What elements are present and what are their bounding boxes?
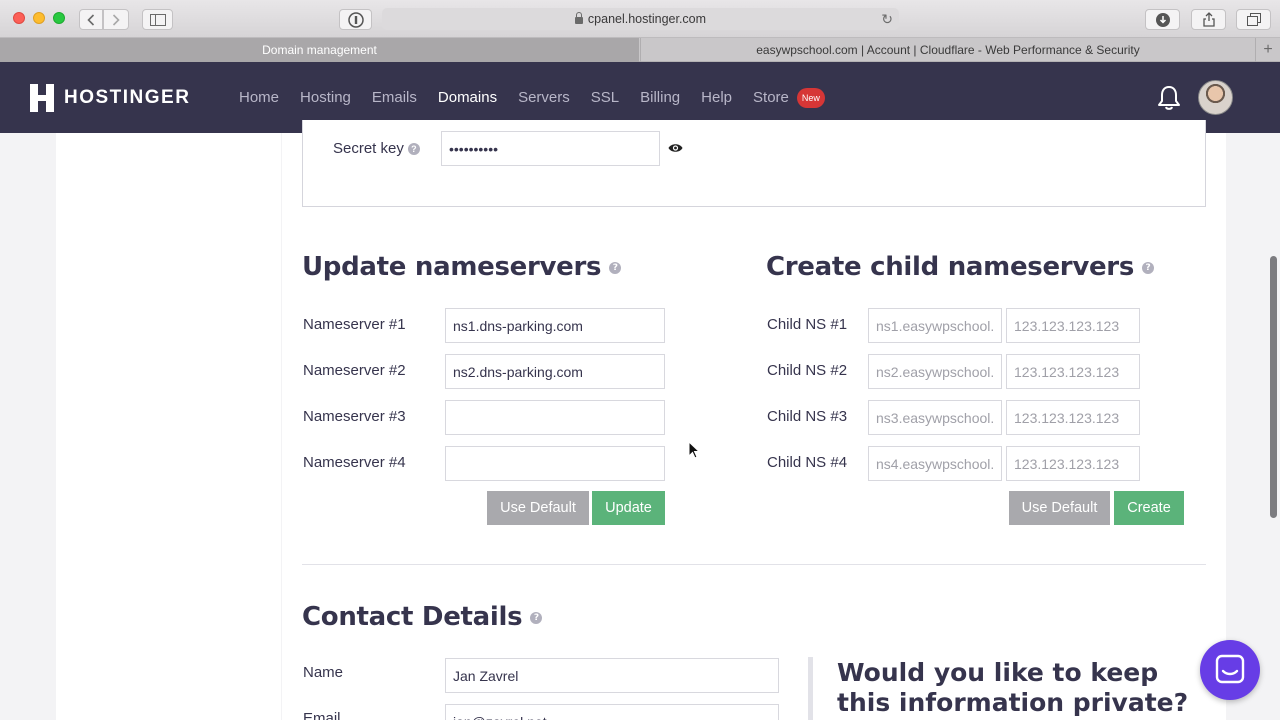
use-default-nameservers-button[interactable]: Use Default bbox=[487, 491, 589, 525]
help-icon[interactable]: ? bbox=[407, 143, 420, 156]
tab-label: Domain management bbox=[262, 43, 377, 57]
nameserver-4-label: Nameserver #4 bbox=[303, 454, 406, 471]
nameserver-2-label: Nameserver #2 bbox=[303, 362, 406, 379]
tab-overview-button[interactable] bbox=[1236, 9, 1271, 30]
browser-toolbar: cpanel.hostinger.com ↻ bbox=[0, 0, 1280, 38]
child-ns-3-ip-input[interactable] bbox=[1006, 400, 1140, 435]
nav-emails[interactable]: Emails bbox=[372, 89, 417, 106]
new-tab-button[interactable]: + bbox=[1255, 38, 1280, 62]
use-default-child-button[interactable]: Use Default bbox=[1009, 491, 1110, 525]
sidebar-icon bbox=[149, 13, 166, 26]
lock-icon bbox=[574, 11, 583, 24]
sidebar-toggle-button[interactable] bbox=[142, 9, 173, 30]
child-ns-1-label: Child NS #1 bbox=[767, 316, 848, 333]
reload-icon[interactable]: ↻ bbox=[881, 11, 893, 28]
zoom-window-button[interactable] bbox=[53, 12, 65, 24]
create-child-button[interactable]: Create bbox=[1114, 491, 1184, 525]
help-icon[interactable]: ? bbox=[530, 611, 543, 624]
share-button[interactable] bbox=[1191, 9, 1226, 30]
section-divider bbox=[302, 564, 1206, 565]
share-icon bbox=[1202, 12, 1215, 27]
child-ns-3-host-input[interactable] bbox=[868, 400, 1002, 435]
chevron-right-icon bbox=[112, 13, 120, 26]
nav-home[interactable]: Home bbox=[239, 89, 279, 106]
email-input[interactable] bbox=[445, 704, 779, 720]
child-ns-4-ip-input[interactable] bbox=[1006, 446, 1140, 481]
tab-domain-management[interactable]: Domain management bbox=[0, 38, 639, 62]
url-text: cpanel.hostinger.com bbox=[587, 12, 707, 26]
child-ns-1-ip-input[interactable] bbox=[1006, 308, 1140, 343]
address-bar[interactable]: cpanel.hostinger.com ↻ bbox=[382, 8, 899, 30]
secret-key-label-text: Secret key bbox=[333, 140, 404, 157]
child-ns-2-host-input[interactable] bbox=[868, 354, 1002, 389]
secret-key-input[interactable] bbox=[441, 131, 660, 166]
back-button[interactable] bbox=[79, 9, 103, 30]
nav-store[interactable]: Store bbox=[753, 89, 789, 106]
child-ns-2-label: Child NS #2 bbox=[767, 362, 848, 379]
help-icon[interactable]: ? bbox=[609, 261, 622, 274]
contact-details-title: Contact Details? bbox=[302, 602, 543, 632]
chat-icon bbox=[1215, 654, 1245, 684]
avatar[interactable] bbox=[1198, 80, 1233, 115]
section-title-text: Create child nameservers bbox=[766, 252, 1134, 282]
section-title-text: Contact Details bbox=[302, 602, 523, 632]
section-title-text: Update nameservers bbox=[302, 252, 602, 282]
nav-billing[interactable]: Billing bbox=[640, 89, 680, 106]
secret-key-panel bbox=[302, 120, 1206, 207]
child-ns-1-host-input[interactable] bbox=[868, 308, 1002, 343]
nameserver-3-input[interactable] bbox=[445, 400, 665, 435]
tab-cloudflare[interactable]: easywpschool.com | Account | Cloudflare … bbox=[640, 38, 1255, 62]
name-label: Name bbox=[303, 664, 344, 681]
nav-ssl[interactable]: SSL bbox=[591, 89, 619, 106]
email-label: Email bbox=[303, 710, 341, 720]
tabs-icon bbox=[1246, 13, 1261, 26]
logo-text: HOSTINGER bbox=[64, 87, 191, 108]
child-ns-2-ip-input[interactable] bbox=[1006, 354, 1140, 389]
update-nameservers-button[interactable]: Update bbox=[592, 491, 665, 525]
privacy-quote-bar bbox=[808, 657, 813, 720]
forward-button[interactable] bbox=[103, 9, 129, 30]
nameserver-4-input[interactable] bbox=[445, 446, 665, 481]
nav-help[interactable]: Help bbox=[701, 89, 732, 106]
chat-button[interactable] bbox=[1200, 640, 1260, 700]
secret-key-label: Secret key? bbox=[333, 140, 420, 157]
tab-bar: Domain management easywpschool.com | Acc… bbox=[0, 38, 1280, 62]
tab-label: easywpschool.com | Account | Cloudflare … bbox=[756, 43, 1140, 57]
password-manager-button[interactable] bbox=[339, 9, 372, 30]
nameserver-2-input[interactable] bbox=[445, 354, 665, 389]
child-ns-3-label: Child NS #3 bbox=[767, 408, 848, 425]
chevron-left-icon bbox=[87, 13, 95, 26]
nav-domains[interactable]: Domains bbox=[438, 89, 497, 106]
bell-icon[interactable] bbox=[1156, 84, 1182, 112]
nameserver-3-label: Nameserver #3 bbox=[303, 408, 406, 425]
close-window-button[interactable] bbox=[13, 12, 25, 24]
child-nameservers-title: Create child nameservers? bbox=[766, 252, 1154, 282]
sidebar bbox=[56, 133, 281, 720]
nav-servers[interactable]: Servers bbox=[518, 89, 570, 106]
update-nameservers-title: Update nameservers? bbox=[302, 252, 622, 282]
hostinger-logo-icon bbox=[30, 84, 54, 112]
nav-hosting[interactable]: Hosting bbox=[300, 89, 351, 106]
nameserver-1-label: Nameserver #1 bbox=[303, 316, 406, 333]
new-badge: New bbox=[796, 87, 825, 108]
mouse-cursor-icon bbox=[688, 441, 700, 459]
nameserver-1-input[interactable] bbox=[445, 308, 665, 343]
help-icon[interactable]: ? bbox=[1142, 261, 1154, 274]
downloads-button[interactable] bbox=[1145, 9, 1180, 30]
minimize-window-button[interactable] bbox=[33, 12, 45, 24]
1password-icon bbox=[347, 11, 364, 28]
eye-icon[interactable] bbox=[668, 142, 683, 154]
download-icon bbox=[1155, 12, 1170, 27]
child-ns-4-label: Child NS #4 bbox=[767, 454, 848, 471]
hostinger-logo[interactable]: HOSTINGER bbox=[30, 84, 190, 112]
plus-icon: + bbox=[1263, 41, 1273, 58]
page-scrollbar[interactable] bbox=[1270, 256, 1277, 518]
child-ns-4-host-input[interactable] bbox=[868, 446, 1002, 481]
privacy-prompt: Would you like to keep this information … bbox=[837, 658, 1189, 717]
name-input[interactable] bbox=[445, 658, 779, 693]
